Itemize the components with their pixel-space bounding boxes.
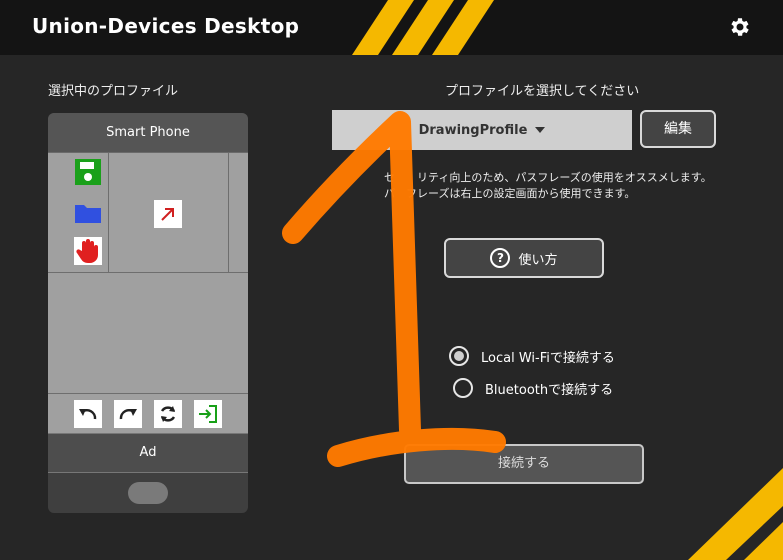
phone-button-grid bbox=[48, 153, 248, 393]
title-bar: Union-Devices Desktop bbox=[0, 0, 783, 55]
radio-indicator[interactable] bbox=[449, 346, 469, 366]
save-icon[interactable] bbox=[74, 158, 102, 186]
help-label: 使い方 bbox=[518, 252, 558, 268]
home-button bbox=[128, 482, 168, 504]
app-title: Union-Devices Desktop bbox=[32, 14, 300, 38]
radio-label: Bluetoothで接続する bbox=[485, 382, 614, 398]
select-profile-heading: プロファイルを選択してください bbox=[445, 84, 640, 99]
hand-stop-icon[interactable] bbox=[74, 237, 102, 265]
radio-indicator[interactable] bbox=[453, 378, 473, 398]
arrow-up-right-icon[interactable] bbox=[154, 200, 182, 228]
radio-local-wifi[interactable]: Local Wi-Fiで接続する bbox=[449, 346, 615, 366]
login-icon[interactable] bbox=[194, 400, 222, 428]
folder-icon[interactable] bbox=[74, 198, 102, 226]
undo-icon[interactable] bbox=[74, 400, 102, 428]
profile-select-value: DrawingProfile bbox=[418, 122, 528, 138]
radio-label: Local Wi-Fiで接続する bbox=[481, 350, 615, 366]
ad-banner: Ad bbox=[48, 433, 248, 473]
connect-button[interactable]: 接続する bbox=[404, 444, 644, 484]
chevron-down-icon bbox=[535, 127, 546, 133]
selected-profile-heading: 選択中のプロファイル bbox=[48, 84, 179, 99]
profile-select[interactable]: DrawingProfile bbox=[332, 110, 632, 150]
phone-preview: Smart Phone Ad bbox=[48, 113, 248, 513]
redo-icon[interactable] bbox=[114, 400, 142, 428]
phone-toolbar bbox=[48, 393, 248, 433]
sync-icon[interactable] bbox=[154, 400, 182, 428]
notice-line-1: セ リティ向上のため、パスフレーズの使用をオススメします。 bbox=[384, 171, 712, 184]
radio-bluetooth[interactable]: Bluetoothで接続する bbox=[453, 378, 613, 398]
gear-icon[interactable] bbox=[728, 15, 752, 39]
passphrase-notice: セ リティ向上のため、パスフレーズの使用をオススメします。 パ フレーズは右上の… bbox=[384, 170, 712, 202]
edit-button[interactable]: 編集 bbox=[640, 110, 716, 148]
help-button[interactable]: ? 使い方 bbox=[444, 238, 604, 278]
phone-header: Smart Phone bbox=[48, 113, 248, 153]
help-icon: ? bbox=[490, 248, 511, 268]
notice-line-2: パ フレーズは右上の設定画面から使用できます。 bbox=[384, 187, 636, 200]
